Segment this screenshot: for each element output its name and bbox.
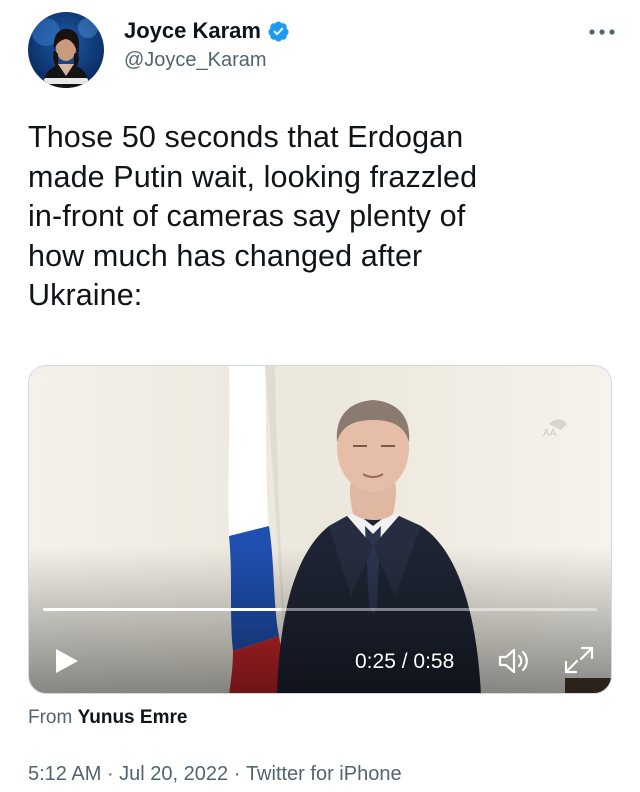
fullscreen-icon[interactable] (562, 644, 596, 676)
play-icon[interactable] (51, 646, 81, 676)
author-handle[interactable]: @Joyce_Karam (124, 49, 290, 72)
verified-badge-icon (267, 20, 290, 43)
volume-icon[interactable] (497, 646, 531, 676)
tweet-date[interactable]: Jul 20, 2022 (119, 763, 228, 786)
meta-separator: · (101, 763, 120, 785)
avatar-image (32, 18, 98, 88)
display-name[interactable]: Joyce Karam (124, 18, 261, 44)
avatar[interactable] (28, 12, 104, 88)
video-time-readout: 0:25 / 0:58 (355, 650, 454, 674)
attribution-source-link[interactable]: Yunus Emre (78, 707, 188, 728)
tweet-header: Joyce Karam @Joyce_Karam (28, 12, 618, 90)
author-names: Joyce Karam @Joyce_Karam (124, 18, 290, 72)
video-player[interactable]: AA 0:25 / 0:58 (28, 365, 612, 694)
more-dots-icon[interactable] (586, 20, 618, 44)
tweet-text: Those 50 seconds that Erdogan made Putin… (28, 120, 478, 312)
video-frame: AA (29, 366, 611, 693)
video-duration: 0:58 (413, 650, 455, 673)
display-name-row: Joyce Karam (124, 18, 290, 44)
tweet-meta: 5:12 AM · Jul 20, 2022 · Twitter for iPh… (28, 763, 402, 786)
media-attribution: From Yunus Emre (28, 707, 187, 729)
tweet-client[interactable]: Twitter for iPhone (246, 763, 402, 786)
tweet-time[interactable]: 5:12 AM (28, 763, 101, 786)
video-progress-track[interactable] (43, 608, 597, 611)
video-current-time: 0:25 (355, 650, 396, 673)
meta-separator: · (228, 763, 246, 785)
video-time-separator: / (395, 650, 414, 673)
video-progress-fill (43, 608, 282, 611)
attribution-prefix: From (28, 707, 78, 728)
